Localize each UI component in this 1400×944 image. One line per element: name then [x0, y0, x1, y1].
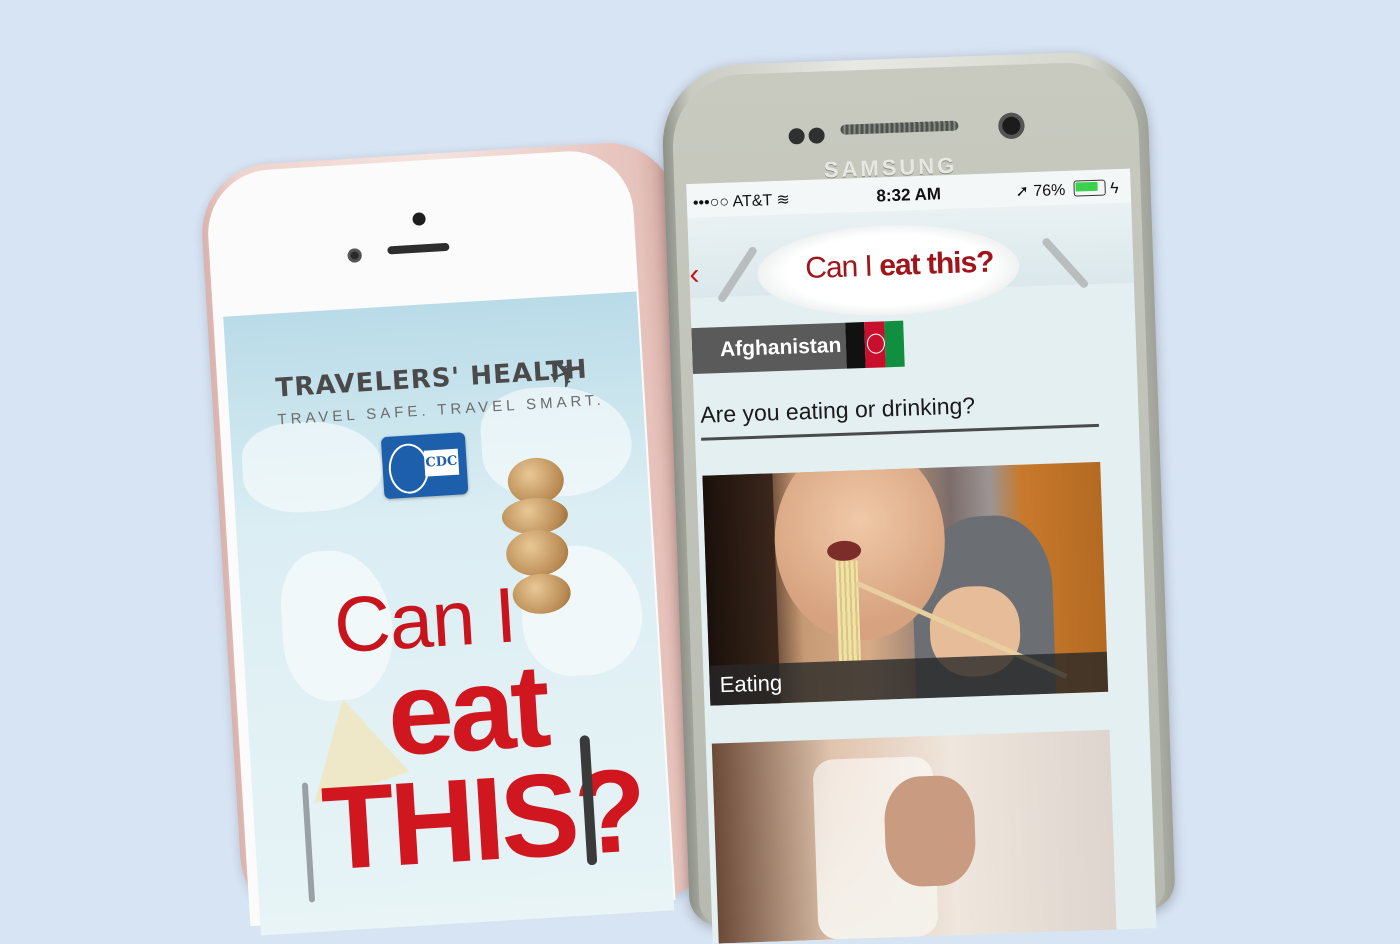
option-eating-card[interactable]: Eating [702, 461, 1109, 706]
sensor-icon [347, 248, 363, 263]
earpiece-speaker [840, 120, 959, 135]
earpiece-speaker [387, 242, 450, 255]
splash-screen: TRAVELERS' HEALTH ✈ TRAVEL SAFE. TRAVEL … [223, 291, 675, 936]
header-title-bold: eat this? [878, 245, 995, 283]
battery-icon [1073, 179, 1106, 197]
afghanistan-flag-icon [845, 320, 905, 369]
hero-title-this: THIS? [318, 744, 647, 896]
front-camera-icon [997, 112, 1025, 140]
option-drinking-card[interactable] [711, 729, 1117, 944]
app-screen: •••○○ AT&T ≋ 8:32 AM ➚ 76% ϟ ‹ Can I eat… [686, 168, 1157, 944]
status-right: ➚ 76% ϟ [1015, 178, 1119, 202]
back-chevron-icon[interactable]: ‹ [689, 258, 700, 292]
cdc-logo: CDC [380, 432, 469, 500]
country-selector[interactable]: Afghanistan [691, 322, 847, 375]
iphone-device: TRAVELERS' HEALTH ✈ TRAVEL SAFE. TRAVEL … [198, 138, 720, 936]
samsung-device: SAMSUNG •••○○ AT&T ≋ 8:32 AM ➚ 76% ϟ ‹ C… [660, 50, 1176, 944]
app-header: ‹ Can I eat this? [687, 202, 1134, 320]
flag-stripe [864, 321, 886, 368]
cdc-logo-text: CDC [423, 448, 460, 477]
light-sensor-icon [808, 127, 825, 144]
proximity-sensor-icon [788, 128, 805, 145]
fork-icon [716, 245, 759, 304]
knife-icon [1040, 236, 1090, 290]
world-map-shape [239, 417, 386, 516]
photo-hand [883, 774, 977, 888]
location-arrow-icon: ➚ [1015, 183, 1034, 201]
flag-stripe [845, 322, 867, 369]
photo-noodles [835, 560, 861, 662]
question-heading: Are you eating or drinking? [699, 392, 976, 428]
charging-icon: ϟ [1109, 180, 1119, 198]
battery-percent: 76% [1033, 181, 1066, 201]
flag-stripe [883, 320, 905, 368]
header-title: Can I eat this? [805, 245, 994, 286]
header-title-plain: Can I [804, 249, 880, 286]
front-camera-icon [412, 212, 426, 226]
